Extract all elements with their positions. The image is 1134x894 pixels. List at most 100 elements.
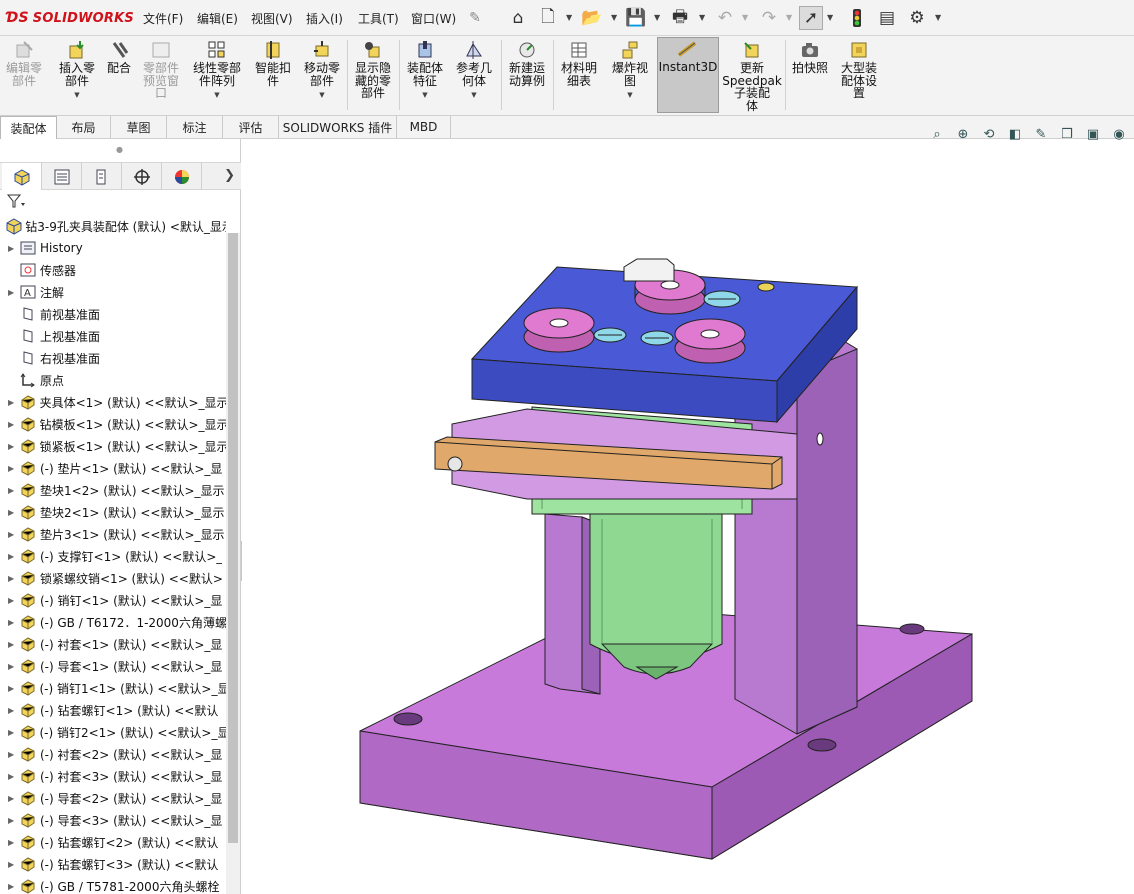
tab-mbd[interactable]: MBD	[397, 116, 451, 138]
drill-bushing-3[interactable]	[674, 318, 746, 364]
expand-arrow-icon[interactable]: ▶	[8, 706, 18, 715]
dimxpert-tab[interactable]	[122, 163, 162, 190]
assembly-features-button[interactable]: 装配体 特征 ▼	[403, 39, 447, 102]
menu-insert[interactable]: 插入(I)	[306, 10, 343, 27]
propertymanager-tab[interactable]	[42, 163, 82, 190]
large-assembly-settings-button[interactable]: 大型装 配体设 置	[835, 39, 883, 100]
configurationmanager-tab[interactable]	[82, 163, 122, 190]
graphics-area[interactable]: ⌕ ⊕ ⟲ ◧ ✎ ❒ ▣ ◉	[242, 127, 1134, 894]
print-dropdown-icon[interactable]: ▼	[699, 13, 705, 22]
reference-geometry-button[interactable]: 参考几 何体 ▼	[452, 39, 496, 102]
expand-arrow-icon[interactable]: ▶	[8, 420, 18, 429]
tree-item[interactable]: ▶ 锁紧螺纹销<1> (默认) <<默认>	[0, 567, 226, 589]
file-properties-icon[interactable]: ▤	[875, 6, 899, 30]
new-motion-study-button[interactable]: 新建运 动算例	[505, 39, 549, 87]
tree-item[interactable]: ▶ 垫块1<2> (默认) <<默认>_显示	[0, 479, 226, 501]
tree-root[interactable]: 钻3-9孔夹具装配体 (默认) <默认_显示	[0, 215, 226, 237]
undo-icon[interactable]: ↶	[713, 6, 737, 30]
take-snapshot-button[interactable]: 拍快照	[789, 39, 831, 75]
tree-item[interactable]: ▶ 夹具体<1> (默认) <<默认>_显示	[0, 391, 226, 413]
expand-arrow-icon[interactable]: ▶	[8, 816, 18, 825]
menu-edit[interactable]: 编辑(E)	[197, 10, 238, 27]
exploded-view-dropdown-icon[interactable]: ▼	[627, 89, 632, 102]
expand-arrow-icon[interactable]: ▶	[8, 464, 18, 473]
tree-item[interactable]: ▶ (-) 销钉2<1> (默认) <<默认>_显	[0, 721, 226, 743]
linear-pattern-button[interactable]: 线性零部 件阵列 ▼	[189, 39, 245, 102]
open-dropdown-icon[interactable]: ▼	[611, 13, 617, 22]
tree-item[interactable]: ▶ (-) 衬套<2> (默认) <<默认>_显	[0, 743, 226, 765]
mate-button[interactable]: 配合	[104, 39, 134, 75]
tree-item[interactable]: ▶ (-) 钻套螺钉<2> (默认) <<默认	[0, 831, 226, 853]
tree-item[interactable]: ▶ 垫片3<1> (默认) <<默认>_显示	[0, 523, 226, 545]
tree-scrollbar[interactable]	[226, 233, 240, 894]
options-dropdown-icon[interactable]: ▼	[935, 13, 941, 22]
display-manager-tab[interactable]	[162, 163, 202, 190]
select-icon[interactable]: ➚	[799, 6, 823, 30]
panel-grip-icon[interactable]: ●	[116, 145, 123, 154]
menu-tools[interactable]: 工具(T)	[358, 10, 399, 27]
tree-item[interactable]: ▶ (-) 导套<2> (默认) <<默认>_显	[0, 787, 226, 809]
select-dropdown-icon[interactable]: ▼	[827, 13, 833, 22]
expand-arrow-icon[interactable]: ▶	[8, 530, 18, 539]
drill-bushing-2[interactable]	[523, 307, 595, 353]
redo-dropdown-icon[interactable]: ▼	[786, 13, 792, 22]
expand-arrow-icon[interactable]: ▶	[8, 508, 18, 517]
redo-icon[interactable]: ↷	[757, 6, 781, 30]
menu-file[interactable]: 文件(F)	[143, 10, 183, 27]
tree-item[interactable]: 原点	[0, 369, 226, 391]
new-dropdown-icon[interactable]: ▼	[566, 13, 572, 22]
tree-item[interactable]: ▶ (-) 销钉<1> (默认) <<默认>_显	[0, 589, 226, 611]
expand-arrow-icon[interactable]: ▶	[8, 596, 18, 605]
tree-item[interactable]: ▶ (-) 支撑钉<1> (默认) <<默认>_	[0, 545, 226, 567]
expand-arrow-icon[interactable]: ▶	[8, 860, 18, 869]
tree-item[interactable]: ▶ 锁紧板<1> (默认) <<默认>_显示	[0, 435, 226, 457]
move-component-dropdown-icon[interactable]: ▼	[319, 89, 324, 102]
expand-arrow-icon[interactable]: ▶	[8, 772, 18, 781]
menu-window[interactable]: 窗口(W)	[411, 10, 456, 27]
expand-arrow-icon[interactable]: ▶	[8, 728, 18, 737]
traffic-light-icon[interactable]	[845, 6, 869, 30]
expand-arrow-icon[interactable]: ▶	[8, 552, 18, 561]
tree-item[interactable]: 前视基准面	[0, 303, 226, 325]
expand-arrow-icon[interactable]: ▶	[8, 288, 18, 297]
tree-item[interactable]: ▶ History	[0, 237, 226, 259]
expand-arrow-icon[interactable]: ▶	[8, 838, 18, 847]
insert-component-dropdown-icon[interactable]: ▼	[74, 89, 79, 102]
more-tabs-icon[interactable]: ❯	[224, 168, 235, 183]
tree-item[interactable]: ▶ (-) GB / T5781-2000六角头螺栓	[0, 875, 226, 894]
tree-item[interactable]: ▶ (-) 销钉1<1> (默认) <<默认>_显	[0, 677, 226, 699]
expand-arrow-icon[interactable]: ▶	[8, 244, 18, 253]
show-hidden-components-button[interactable]: 显示隐 藏的零 部件	[351, 39, 395, 100]
home-icon[interactable]: ⌂	[506, 6, 530, 30]
edit-component-button[interactable]: 编辑零 部件	[4, 39, 44, 87]
expand-arrow-icon[interactable]: ▶	[8, 398, 18, 407]
update-speedpak-button[interactable]: 更新 Speedpak 子装配 体	[722, 39, 782, 112]
assembly-model[interactable]	[242, 139, 1134, 894]
exploded-view-button[interactable]: 爆炸视 图 ▼	[607, 39, 653, 102]
tab-sketch[interactable]: 草图	[111, 116, 167, 138]
tree-item[interactable]: ▶ (-) GB / T6172．1-2000六角薄螺	[0, 611, 226, 633]
open-icon[interactable]: 📂	[580, 6, 604, 30]
instant3d-button[interactable]: Instant3D	[657, 37, 719, 113]
expand-arrow-icon[interactable]: ▶	[8, 794, 18, 803]
expand-arrow-icon[interactable]: ▶	[8, 574, 18, 583]
reference-geometry-dropdown-icon[interactable]: ▼	[471, 89, 476, 102]
expand-arrow-icon[interactable]: ▶	[8, 640, 18, 649]
new-icon[interactable]: 🗋	[536, 6, 560, 30]
menu-view[interactable]: 视图(V)	[251, 10, 293, 27]
tab-assembly[interactable]: 装配体	[0, 116, 57, 139]
tab-evaluate[interactable]: 评估	[223, 116, 279, 138]
save-icon[interactable]: 💾	[624, 6, 648, 30]
tree-item[interactable]: ▶ (-) 钻套螺钉<1> (默认) <<默认	[0, 699, 226, 721]
linear-pattern-dropdown-icon[interactable]: ▼	[214, 89, 219, 102]
undo-dropdown-icon[interactable]: ▼	[742, 13, 748, 22]
solidworks-logo[interactable]: ƊS SOLIDWORKS	[6, 9, 134, 27]
expand-arrow-icon[interactable]: ▶	[8, 442, 18, 451]
tree-item[interactable]: ▶ A 注解	[0, 281, 226, 303]
smart-fasteners-button[interactable]: 智能扣 件	[251, 39, 295, 87]
component-preview-button[interactable]: 零部件 预览窗 口	[140, 39, 182, 100]
tree-scrollbar-thumb[interactable]	[228, 233, 238, 843]
tree-item[interactable]: ▶ (-) 衬套<1> (默认) <<默认>_显	[0, 633, 226, 655]
expand-arrow-icon[interactable]: ▶	[8, 662, 18, 671]
tab-layout[interactable]: 布局	[57, 116, 111, 138]
